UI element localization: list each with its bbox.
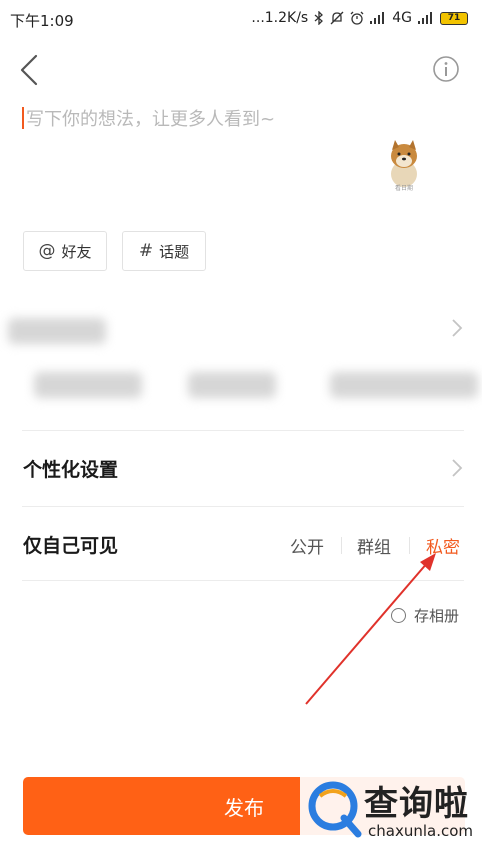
watermark-text: 查询啦 (364, 784, 469, 824)
network-speed: ...1.2K/s (251, 10, 309, 26)
status-bar: 下午1:09 ...1.2K/s 4G 71 (0, 0, 482, 38)
compose-input[interactable]: 写下你的想法，让更多人看到~ (22, 104, 442, 132)
visibility-option-group[interactable]: 群组 (357, 533, 391, 558)
add-topic-button[interactable]: # 话题 (122, 231, 206, 271)
divider (409, 537, 410, 554)
mention-friend-label: 好友 (61, 242, 92, 261)
chevron-right-icon[interactable] (450, 318, 464, 338)
visibility-option-private[interactable]: 私密 (426, 533, 460, 558)
battery-icon: 71 (440, 11, 468, 25)
chevron-right-icon (452, 459, 463, 477)
visibility-label: 仅自己可见 (23, 535, 119, 557)
divider (22, 506, 464, 507)
mute-icon (330, 11, 344, 25)
hashtag-icon: # (138, 241, 154, 261)
network-type: 4G (392, 10, 412, 26)
save-album-label: 存相册 (414, 607, 460, 625)
blurred-location-option (34, 372, 142, 398)
status-time: 下午1:09 (10, 12, 74, 30)
chevron-left-icon (20, 54, 38, 86)
watermark-url: chaxunla.com (368, 822, 473, 840)
info-button[interactable] (432, 55, 460, 83)
at-icon: @ (38, 241, 56, 261)
divider (341, 537, 342, 554)
info-icon (433, 56, 459, 82)
publish-label: 发布 (224, 795, 264, 820)
signal-icon (418, 12, 432, 24)
bluetooth-icon (314, 11, 324, 25)
blurred-location-title (8, 318, 106, 344)
mention-friend-button[interactable]: @ 好友 (23, 231, 107, 271)
status-icons: ...1.2K/s 4G 71 (251, 10, 468, 26)
compose-placeholder: 写下你的想法，让更多人看到~ (26, 109, 276, 130)
signal-icon (370, 12, 385, 24)
add-topic-label: 话题 (159, 242, 190, 261)
blurred-location-option (330, 372, 478, 398)
save-album-toggle[interactable]: 存相册 (391, 605, 459, 626)
visibility-option-public[interactable]: 公开 (290, 533, 324, 558)
divider (22, 580, 464, 581)
blurred-location-option (188, 372, 276, 398)
watermark-logo-icon (308, 781, 362, 838)
sticker-label: 看日期 (394, 185, 413, 192)
alarm-icon (350, 11, 364, 25)
radio-icon (391, 608, 406, 623)
personalize-label: 个性化设置 (23, 459, 119, 481)
dog-sticker[interactable] (384, 138, 424, 188)
divider (22, 430, 464, 431)
text-caret (22, 107, 24, 129)
back-button[interactable] (16, 52, 44, 88)
